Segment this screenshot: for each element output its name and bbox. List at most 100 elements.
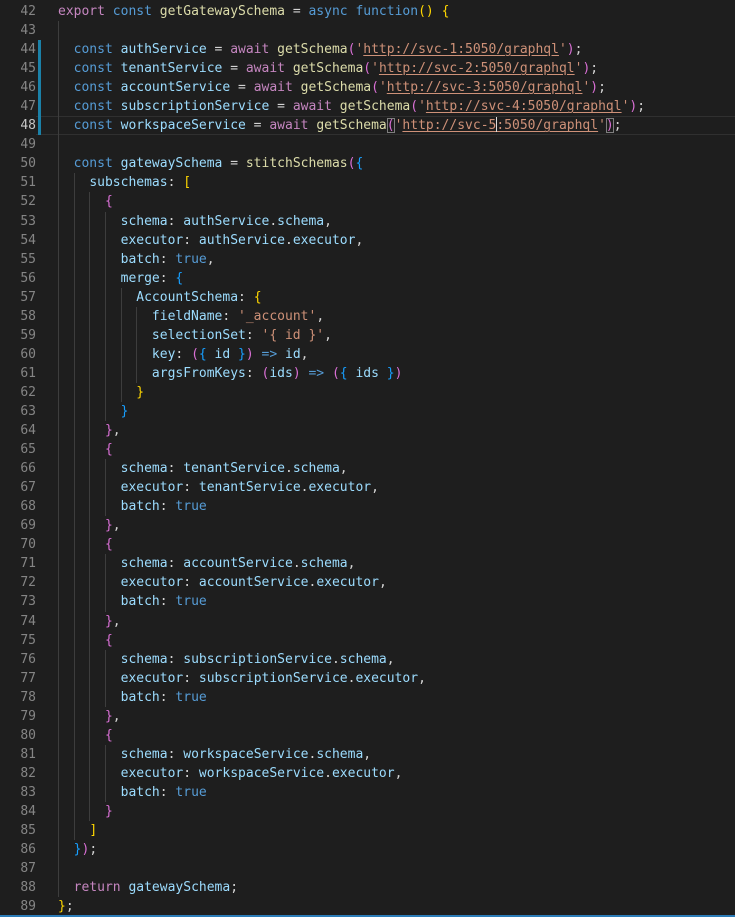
code-line[interactable]: 79 }, xyxy=(0,707,735,726)
git-modified-indicator[interactable] xyxy=(38,59,41,78)
gutter[interactable] xyxy=(36,154,58,173)
line-number[interactable]: 88 xyxy=(0,878,36,897)
line-number[interactable]: 80 xyxy=(0,726,36,745)
code-line[interactable]: 61 argsFromKeys: (ids) => ({ ids }) xyxy=(0,364,735,383)
gutter[interactable] xyxy=(36,192,58,211)
gutter[interactable] xyxy=(36,135,58,154)
line-number[interactable]: 73 xyxy=(0,592,36,611)
line-number[interactable]: 52 xyxy=(0,192,36,211)
code-line[interactable]: 70 { xyxy=(0,535,735,554)
code-line[interactable]: 60 key: ({ id }) => id, xyxy=(0,345,735,364)
line-number[interactable]: 79 xyxy=(0,707,36,726)
gutter[interactable] xyxy=(36,897,58,916)
code-line[interactable]: 88 return gatewaySchema; xyxy=(0,878,735,897)
line-number[interactable]: 76 xyxy=(0,650,36,669)
code-line[interactable]: 51 subschemas: [ xyxy=(0,173,735,192)
gutter[interactable] xyxy=(36,650,58,669)
line-number[interactable]: 56 xyxy=(0,269,36,288)
line-number[interactable]: 54 xyxy=(0,231,36,250)
code-line[interactable]: 74 }, xyxy=(0,612,735,631)
gutter[interactable] xyxy=(36,669,58,688)
code-line[interactable]: 54 executor: authService.executor, xyxy=(0,231,735,250)
code-line[interactable]: 83 batch: true xyxy=(0,783,735,802)
url-link[interactable]: http://svc-4:5050/graphql xyxy=(426,99,622,114)
line-number[interactable]: 50 xyxy=(0,154,36,173)
line-number[interactable]: 86 xyxy=(0,840,36,859)
gutter[interactable] xyxy=(36,2,58,21)
line-number[interactable]: 71 xyxy=(0,554,36,573)
gutter[interactable] xyxy=(36,535,58,554)
gutter[interactable] xyxy=(36,231,58,250)
code-line[interactable]: 77 executor: subscriptionService.executo… xyxy=(0,669,735,688)
git-modified-indicator[interactable] xyxy=(38,116,41,135)
code-line[interactable]: 44 const authService = await getSchema('… xyxy=(0,40,735,59)
line-number[interactable]: 49 xyxy=(0,135,36,154)
git-modified-indicator[interactable] xyxy=(38,97,41,116)
line-number[interactable]: 89 xyxy=(0,897,36,916)
gutter[interactable] xyxy=(36,40,58,59)
code-line[interactable]: 52 { xyxy=(0,192,735,211)
gutter[interactable] xyxy=(36,688,58,707)
line-number[interactable]: 63 xyxy=(0,402,36,421)
url-link[interactable]: http://svc-5 xyxy=(402,118,496,133)
code-line[interactable]: 58 fieldName: '_account', xyxy=(0,307,735,326)
code-line[interactable]: 45 const tenantService = await getSchema… xyxy=(0,59,735,78)
code-line[interactable]: 65 { xyxy=(0,440,735,459)
gutter[interactable] xyxy=(36,421,58,440)
line-number[interactable]: 77 xyxy=(0,669,36,688)
code-line[interactable]: 47 const subscriptionService = await get… xyxy=(0,97,735,116)
code-line[interactable]: 85 ] xyxy=(0,821,735,840)
gutter[interactable] xyxy=(36,173,58,192)
gutter[interactable] xyxy=(36,212,58,231)
line-number[interactable]: 81 xyxy=(0,745,36,764)
url-link[interactable]: http://svc-1:5050/graphql xyxy=(363,42,559,57)
gutter[interactable] xyxy=(36,307,58,326)
code-line[interactable]: 43 xyxy=(0,21,735,40)
code-line[interactable]: 89}; xyxy=(0,897,735,916)
line-number[interactable]: 60 xyxy=(0,345,36,364)
line-number[interactable]: 51 xyxy=(0,173,36,192)
gutter[interactable] xyxy=(36,783,58,802)
gutter[interactable] xyxy=(36,383,58,402)
code-line[interactable]: 42export const getGatewaySchema = async … xyxy=(0,2,735,21)
gutter[interactable] xyxy=(36,364,58,383)
code-line[interactable]: 68 batch: true xyxy=(0,497,735,516)
line-number[interactable]: 47 xyxy=(0,97,36,116)
git-modified-indicator[interactable] xyxy=(38,78,41,97)
code-line[interactable]: 63 } xyxy=(0,402,735,421)
code-line[interactable]: 86 }); xyxy=(0,840,735,859)
code-line[interactable]: 48 const workspaceService = await getSch… xyxy=(0,116,735,135)
gutter[interactable] xyxy=(36,21,58,40)
code-line[interactable]: 80 { xyxy=(0,726,735,745)
code-line[interactable]: 64 }, xyxy=(0,421,735,440)
code-line[interactable]: 53 schema: authService.schema, xyxy=(0,212,735,231)
git-modified-indicator[interactable] xyxy=(38,40,41,59)
gutter[interactable] xyxy=(36,97,58,116)
line-number[interactable]: 53 xyxy=(0,212,36,231)
code-line[interactable]: 82 executor: workspaceService.executor, xyxy=(0,764,735,783)
code-line[interactable]: 55 batch: true, xyxy=(0,250,735,269)
line-number[interactable]: 55 xyxy=(0,250,36,269)
gutter[interactable] xyxy=(36,726,58,745)
line-number[interactable]: 87 xyxy=(0,859,36,878)
line-number[interactable]: 42 xyxy=(0,2,36,21)
gutter[interactable] xyxy=(36,497,58,516)
line-number[interactable]: 83 xyxy=(0,783,36,802)
gutter[interactable] xyxy=(36,612,58,631)
line-number[interactable]: 85 xyxy=(0,821,36,840)
code-line[interactable]: 73 batch: true xyxy=(0,592,735,611)
code-line[interactable]: 84 } xyxy=(0,802,735,821)
gutter[interactable] xyxy=(36,478,58,497)
url-link[interactable]: :5050/graphql xyxy=(496,118,598,133)
gutter[interactable] xyxy=(36,631,58,650)
gutter[interactable] xyxy=(36,440,58,459)
gutter[interactable] xyxy=(36,326,58,345)
line-number[interactable]: 44 xyxy=(0,40,36,59)
code-line[interactable]: 62 } xyxy=(0,383,735,402)
gutter[interactable] xyxy=(36,516,58,535)
line-number[interactable]: 66 xyxy=(0,459,36,478)
line-number[interactable]: 48 xyxy=(0,116,36,135)
line-number[interactable]: 58 xyxy=(0,307,36,326)
line-number[interactable]: 82 xyxy=(0,764,36,783)
line-number[interactable]: 61 xyxy=(0,364,36,383)
